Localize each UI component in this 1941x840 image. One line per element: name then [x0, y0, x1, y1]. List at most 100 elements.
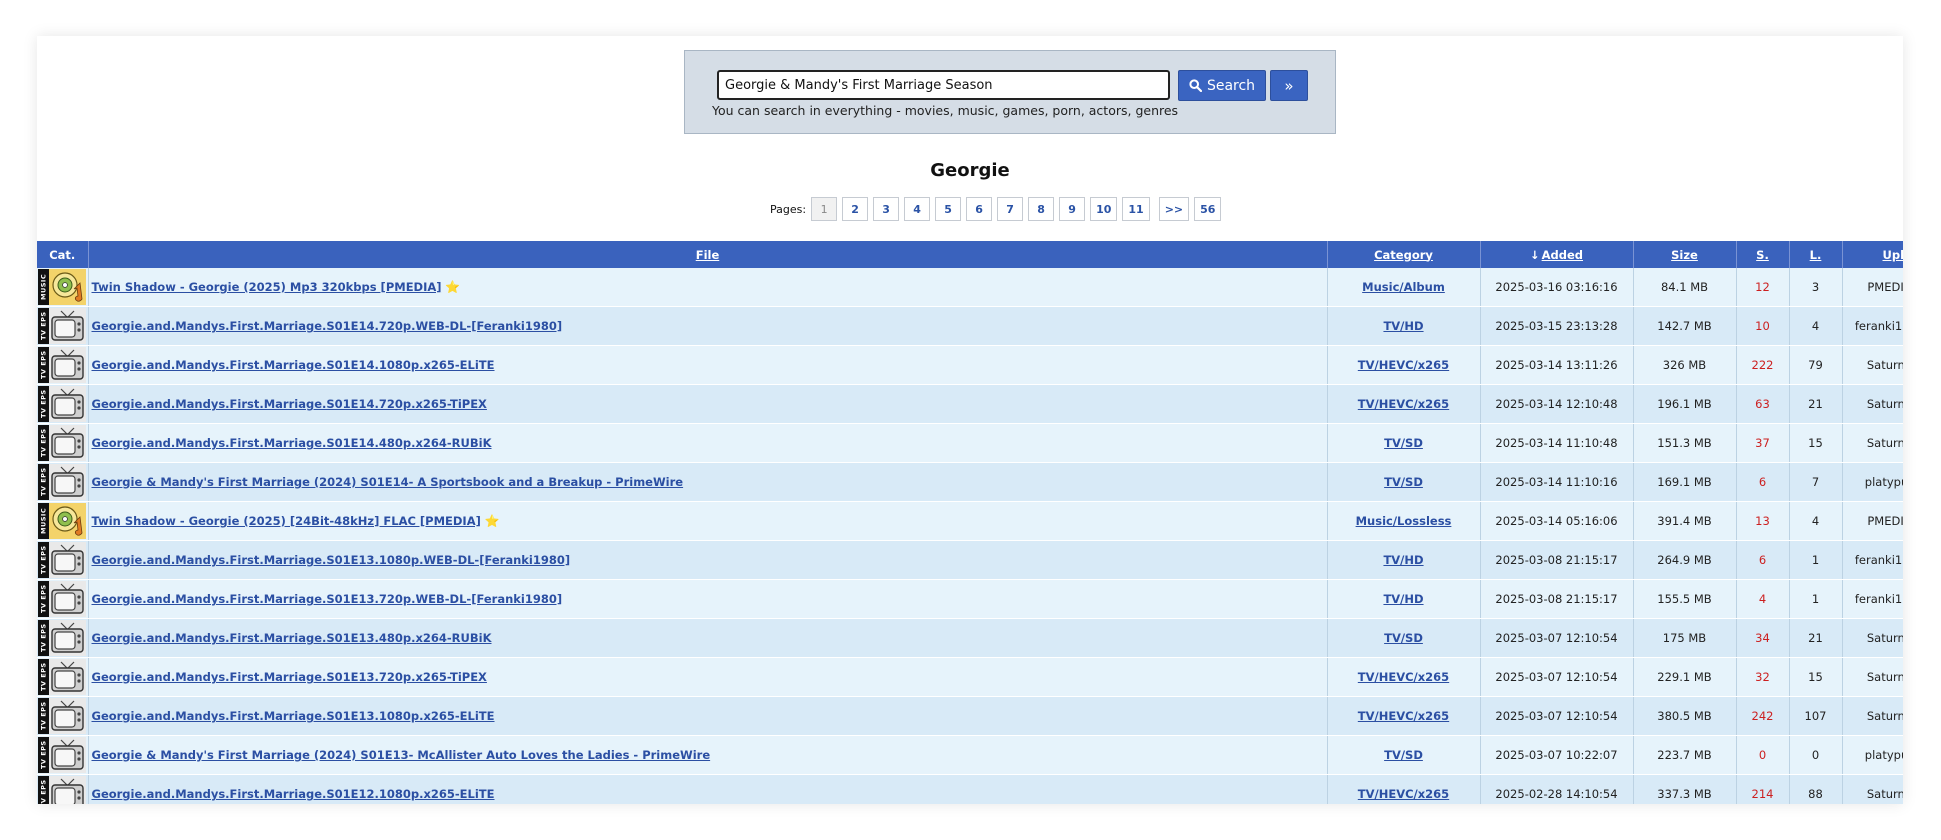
header-seeds[interactable]: S.: [1736, 241, 1790, 268]
file-link[interactable]: Georgie.and.Mandys.First.Marriage.S01E13…: [92, 592, 563, 606]
uploader-name[interactable]: Saturn5: [1842, 384, 1903, 424]
uploader-name[interactable]: Saturn5: [1842, 423, 1903, 463]
category-link[interactable]: TV/HD: [1383, 592, 1423, 606]
uploader-name[interactable]: Saturn5: [1842, 618, 1903, 658]
music-category-icon[interactable]: MUSIC: [38, 503, 87, 539]
category-icon-cell[interactable]: TV EPS: [37, 735, 89, 775]
category-icon-cell[interactable]: TV EPS: [37, 657, 89, 697]
tv-category-icon[interactable]: TV EPS: [38, 542, 87, 578]
category-icon-cell[interactable]: TV EPS: [37, 384, 89, 424]
category-link[interactable]: TV/HD: [1383, 553, 1423, 567]
category-icon-cell[interactable]: MUSIC: [37, 268, 89, 307]
category-icon-cell[interactable]: TV EPS: [37, 618, 89, 658]
category-link[interactable]: Music/Lossless: [1356, 514, 1452, 528]
pagination-page-link[interactable]: 9: [1059, 197, 1086, 221]
category-link[interactable]: TV/SD: [1384, 475, 1423, 489]
uploader-name[interactable]: feranki1980: [1842, 540, 1903, 580]
uploader-name[interactable]: feranki1980: [1842, 579, 1903, 619]
uploader-name[interactable]: platypus: [1842, 462, 1903, 502]
category-link[interactable]: TV/HEVC/x265: [1358, 709, 1449, 723]
category-link[interactable]: TV/SD: [1384, 748, 1423, 762]
pagination-page-link[interactable]: 8: [1028, 197, 1055, 221]
category-link[interactable]: Music/Album: [1362, 280, 1445, 294]
category-cell: TV/SD: [1327, 735, 1481, 775]
tv-category-icon[interactable]: TV EPS: [38, 464, 87, 500]
file-link[interactable]: Georgie.and.Mandys.First.Marriage.S01E13…: [92, 670, 487, 684]
header-file[interactable]: File: [88, 241, 1328, 268]
category-icon-cell[interactable]: TV EPS: [37, 696, 89, 736]
file-link[interactable]: Georgie.and.Mandys.First.Marriage.S01E13…: [92, 631, 492, 645]
file-link[interactable]: Georgie.and.Mandys.First.Marriage.S01E13…: [92, 553, 571, 567]
pagination-page-link[interactable]: 10: [1090, 197, 1118, 221]
pagination-page-link[interactable]: 7: [997, 197, 1024, 221]
file-link[interactable]: Georgie.and.Mandys.First.Marriage.S01E14…: [92, 397, 487, 411]
tv-category-icon[interactable]: TV EPS: [38, 620, 87, 656]
category-icon-cell[interactable]: TV EPS: [37, 306, 89, 346]
tv-category-icon[interactable]: TV EPS: [38, 308, 87, 344]
category-icon-cell[interactable]: TV EPS: [37, 579, 89, 619]
header-category[interactable]: Category: [1327, 241, 1481, 268]
tv-category-icon[interactable]: TV EPS: [38, 347, 87, 383]
uploader-name[interactable]: Saturn5: [1842, 657, 1903, 697]
header-size[interactable]: Size: [1633, 241, 1737, 268]
pagination-page-link[interactable]: 6: [966, 197, 993, 221]
category-link[interactable]: TV/HD: [1383, 319, 1423, 333]
pagination-page-link[interactable]: 5: [935, 197, 962, 221]
header-leechers[interactable]: L.: [1789, 241, 1843, 268]
tv-category-icon[interactable]: TV EPS: [38, 386, 87, 422]
category-strip-label: TV EPS: [38, 698, 49, 734]
tv-category-icon[interactable]: TV EPS: [38, 737, 87, 773]
category-link[interactable]: TV/SD: [1384, 631, 1423, 645]
pagination-page-link[interactable]: 3: [873, 197, 900, 221]
tv-category-icon[interactable]: TV EPS: [38, 698, 87, 734]
tv-category-icon[interactable]: TV EPS: [38, 776, 87, 804]
file-link[interactable]: Georgie & Mandy's First Marriage (2024) …: [92, 475, 684, 489]
uploader-name[interactable]: Saturn5: [1842, 345, 1903, 385]
pagination-next-link[interactable]: >>: [1158, 197, 1190, 221]
tv-category-icon[interactable]: TV EPS: [38, 425, 87, 461]
file-link[interactable]: Georgie.and.Mandys.First.Marriage.S01E14…: [92, 358, 495, 372]
search-button[interactable]: Search: [1178, 70, 1266, 101]
uploader-name[interactable]: PMEDIA: [1842, 501, 1903, 541]
category-link[interactable]: TV/HEVC/x265: [1358, 787, 1449, 801]
category-strip-label: TV EPS: [38, 425, 49, 461]
category-icon-cell[interactable]: TV EPS: [37, 345, 89, 385]
file-link[interactable]: Georgie.and.Mandys.First.Marriage.S01E14…: [92, 436, 492, 450]
category-icon-cell[interactable]: TV EPS: [37, 774, 89, 804]
header-cat: Cat.: [37, 241, 89, 268]
uploader-name[interactable]: Saturn5: [1842, 696, 1903, 736]
leechers-count: 15: [1789, 423, 1843, 463]
search-button-label: Search: [1206, 77, 1256, 94]
table-row: TV EPS Georgie.and.Mandys.First.Marriage.…: [37, 618, 1903, 658]
tv-category-icon[interactable]: TV EPS: [38, 581, 87, 617]
category-icon-cell[interactable]: TV EPS: [37, 540, 89, 580]
uploader-name[interactable]: platypus: [1842, 735, 1903, 775]
music-category-icon[interactable]: MUSIC: [38, 269, 87, 305]
category-link[interactable]: TV/HEVC/x265: [1358, 397, 1449, 411]
search-input[interactable]: [717, 70, 1170, 100]
category-icon-cell[interactable]: TV EPS: [37, 423, 89, 463]
pagination-page-link[interactable]: 11: [1122, 197, 1150, 221]
header-added[interactable]: ↓ Added: [1480, 241, 1634, 268]
tv-set-icon: [49, 698, 86, 734]
uploader-name[interactable]: PMEDIA: [1842, 268, 1903, 307]
file-link[interactable]: Georgie.and.Mandys.First.Marriage.S01E13…: [92, 709, 495, 723]
file-link[interactable]: Georgie.and.Mandys.First.Marriage.S01E12…: [92, 787, 495, 801]
category-icon-cell[interactable]: TV EPS: [37, 462, 89, 502]
file-link[interactable]: Twin Shadow - Georgie (2025) [24Bit-48kH…: [92, 514, 481, 528]
uploader-name[interactable]: feranki1980: [1842, 306, 1903, 346]
pagination-page-link[interactable]: 4: [904, 197, 931, 221]
category-link[interactable]: TV/HEVC/x265: [1358, 670, 1449, 684]
category-link[interactable]: TV/HEVC/x265: [1358, 358, 1449, 372]
file-link[interactable]: Georgie & Mandy's First Marriage (2024) …: [92, 748, 711, 762]
pagination-page-link[interactable]: 2: [842, 197, 869, 221]
file-link[interactable]: Twin Shadow - Georgie (2025) Mp3 320kbps…: [92, 280, 442, 294]
category-link[interactable]: TV/SD: [1384, 436, 1423, 450]
header-uploader[interactable]: Uploader: [1842, 241, 1903, 268]
file-link[interactable]: Georgie.and.Mandys.First.Marriage.S01E14…: [92, 319, 563, 333]
pagination-last-link[interactable]: 56: [1194, 197, 1222, 221]
tv-category-icon[interactable]: TV EPS: [38, 659, 87, 695]
uploader-name[interactable]: Saturn5: [1842, 774, 1903, 804]
category-icon-cell[interactable]: MUSIC: [37, 501, 89, 541]
advanced-search-button[interactable]: »: [1270, 70, 1308, 101]
